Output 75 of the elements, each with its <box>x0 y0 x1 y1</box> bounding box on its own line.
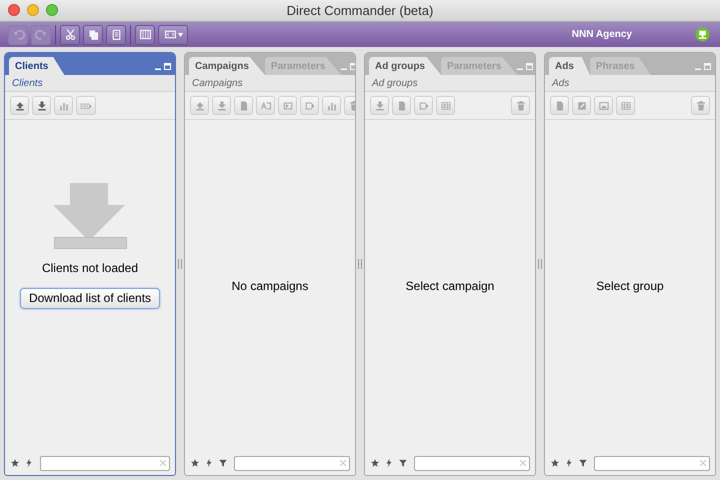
account-name: NNN Agency <box>572 28 632 42</box>
tool-button[interactable] <box>32 96 51 115</box>
redo-icon <box>34 28 48 41</box>
tab[interactable]: Ad groups <box>369 57 441 75</box>
window-title: Direct Commander (beta) <box>286 2 434 20</box>
panel-subtitle: Clients <box>12 76 43 90</box>
search-field[interactable] <box>594 456 710 470</box>
toolbar-button[interactable] <box>135 24 155 44</box>
clear-icon[interactable] <box>160 460 166 466</box>
frame-arrow-icon <box>304 100 316 112</box>
empty-message: Select campaign <box>406 278 494 294</box>
star-icon <box>550 458 560 468</box>
trash-icon <box>694 100 706 112</box>
close-button[interactable] <box>8 4 20 16</box>
frame-arrow-icon <box>418 100 430 112</box>
maximize-icon[interactable] <box>350 63 355 70</box>
table-icon <box>620 100 632 112</box>
caret-icon <box>178 32 182 36</box>
scissors-icon <box>64 28 76 41</box>
panel-subtitle: Ad groups <box>372 76 418 90</box>
star-icon <box>10 458 20 468</box>
download-button[interactable]: Download list of clients <box>20 288 160 308</box>
clear-icon[interactable] <box>700 460 706 466</box>
image-icon <box>598 100 610 112</box>
download-icon <box>36 100 48 112</box>
tab[interactable]: Campaigns <box>189 57 265 75</box>
view-icon <box>164 28 176 41</box>
lightning-icon <box>384 458 394 468</box>
splitter-handle-icon[interactable] <box>178 259 182 269</box>
tool-button[interactable] <box>10 96 29 115</box>
filter-icon <box>398 458 408 468</box>
network-status-icon <box>695 27 710 42</box>
empty-message: Clients not loaded <box>42 260 138 276</box>
undo-icon <box>12 28 24 41</box>
upload-icon <box>194 100 206 112</box>
table-icon <box>440 100 452 112</box>
minimize-button[interactable] <box>27 4 39 16</box>
search-field[interactable] <box>234 456 350 470</box>
empty-message: No campaigns <box>232 278 308 294</box>
search-field[interactable] <box>414 456 530 470</box>
maximize-icon[interactable] <box>526 63 534 70</box>
tool-button[interactable] <box>572 96 591 115</box>
search-field[interactable] <box>40 456 170 470</box>
filter-icon <box>218 458 228 468</box>
toolbar-button[interactable] <box>60 24 80 44</box>
toolbar-button[interactable] <box>106 24 126 44</box>
empty-message: Select group <box>596 278 664 294</box>
splitter-handle-icon[interactable] <box>538 259 542 269</box>
upload-icon <box>14 100 26 112</box>
edit-icon <box>576 100 588 112</box>
splitter-handle-icon[interactable] <box>358 259 362 269</box>
zoom-button[interactable] <box>46 4 58 16</box>
clipboard-icon <box>110 28 122 41</box>
ab-icon <box>260 100 272 112</box>
trash-icon <box>514 100 526 112</box>
maximize-icon[interactable] <box>704 63 711 70</box>
clear-icon[interactable] <box>340 460 346 466</box>
clear-icon[interactable] <box>520 460 526 466</box>
download-icon <box>374 100 386 112</box>
lightning-icon <box>564 458 574 468</box>
panel-subtitle: Campaigns <box>192 76 243 90</box>
columns-icon <box>138 28 152 41</box>
star-icon <box>370 458 380 468</box>
lightning-icon <box>24 458 34 468</box>
toolbar-button[interactable] <box>158 24 188 44</box>
lightning-icon <box>204 458 214 468</box>
download-icon <box>216 100 228 112</box>
star-icon <box>190 458 200 468</box>
frame-arrow-icon <box>282 100 294 112</box>
panel-subtitle: Ads <box>552 76 570 90</box>
filter-icon <box>578 458 588 468</box>
copy-icon <box>86 28 100 41</box>
tab[interactable]: Clients <box>9 57 64 75</box>
tab[interactable]: Ads <box>549 57 590 75</box>
toolbar-button[interactable] <box>83 24 103 44</box>
